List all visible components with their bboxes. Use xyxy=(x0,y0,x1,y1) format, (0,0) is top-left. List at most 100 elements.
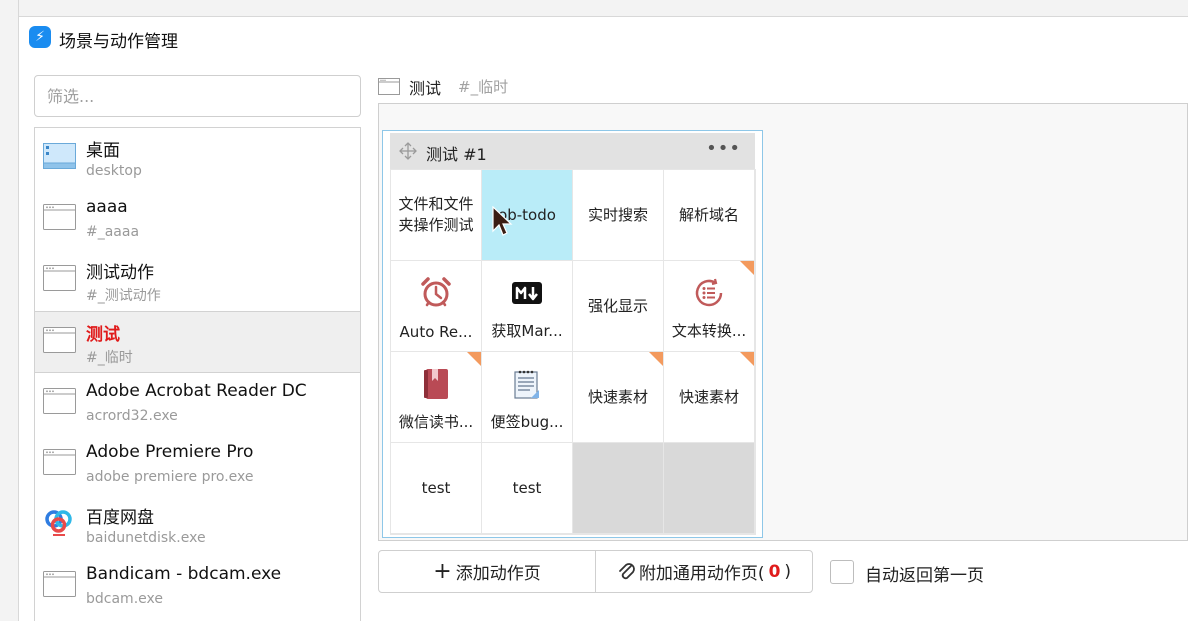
page-button-group: + 添加动作页 附加通用动作页( 0 ) xyxy=(378,550,813,593)
window-icon xyxy=(43,571,76,597)
breadcrumb-scene-tag: #_临时 xyxy=(458,78,509,96)
add-action-page-label: 添加动作页 xyxy=(455,564,541,584)
lightning-app-icon: ⚡ xyxy=(29,26,51,48)
action-label: 解析域名 xyxy=(678,205,739,224)
alarm-clock-icon xyxy=(420,277,452,309)
scene-name: 桌面 xyxy=(86,141,120,161)
action-label: test xyxy=(421,478,451,497)
scene-identifier: adobe premiere pro.exe xyxy=(86,469,254,485)
paperclip-icon xyxy=(619,562,635,579)
scene-identifier: baidunetdisk.exe xyxy=(86,530,206,546)
action-button[interactable]: 快速素材 xyxy=(664,352,754,442)
scene-list-pane: 桌面 desktop aaaa #_aaaa 测试动作 #_测试动作测试 #_临时 Adobe… xyxy=(34,75,363,621)
scene-list-item[interactable]: 测试 #_临时 xyxy=(35,311,360,373)
action-label: Auto Re... xyxy=(399,323,473,341)
baidu-netdisk-icon xyxy=(43,508,76,536)
action-label: test xyxy=(512,478,542,497)
window-icon xyxy=(43,449,76,475)
scene-name: aaaa xyxy=(86,197,128,217)
scene-name: 百度网盘 xyxy=(86,508,154,528)
action-button[interactable]: test xyxy=(482,443,572,533)
plus-icon: + xyxy=(433,559,452,584)
window-icon xyxy=(43,327,76,353)
window-icon xyxy=(378,78,400,95)
action-label: 实时搜索 xyxy=(587,205,648,224)
action-label: 强化显示 xyxy=(587,296,648,315)
window-title: 场景与动作管理 xyxy=(59,32,178,52)
bookmark-book-icon xyxy=(420,368,452,400)
window-icon xyxy=(43,265,76,291)
action-label: 微信读书... xyxy=(398,413,474,431)
list-circle-icon xyxy=(693,277,725,309)
empty-slot xyxy=(573,443,663,533)
scene-identifier: acrord32.exe xyxy=(86,408,178,424)
action-label: 快速素材 xyxy=(587,387,648,406)
corner-marker xyxy=(649,352,663,366)
background-window-left xyxy=(0,0,19,621)
corner-marker xyxy=(467,352,481,366)
action-label: 文件和文件夹操作测试 xyxy=(398,195,474,234)
scene-list-item[interactable]: 百度网盘 baidunetdisk.exe xyxy=(35,495,360,556)
attach-count: 0 xyxy=(768,561,781,582)
action-label: 文本转换... xyxy=(671,322,747,340)
scene-identifier: #_测试动作 xyxy=(86,288,161,304)
action-page-header[interactable]: 测试 #1 ••• xyxy=(390,133,755,169)
move-icon[interactable] xyxy=(398,141,418,161)
action-button[interactable]: 强化显示 xyxy=(573,261,663,351)
action-button[interactable]: 快速素材 xyxy=(573,352,663,442)
attach-close-paren: ) xyxy=(784,561,792,582)
action-label: 获取Mar... xyxy=(491,322,563,340)
scene-identifier: bdcam.exe xyxy=(86,591,163,607)
mouse-cursor-icon xyxy=(492,206,513,236)
title-bar: ⚡ 场景与动作管理 xyxy=(19,17,1188,59)
action-page-pane: 测试 #_临时 测试 #1 ••• 文件和文件夹操作测试 ob-todo 实时搜索解… xyxy=(378,75,1188,621)
background-window-top xyxy=(0,0,1188,17)
desktop-icon xyxy=(43,143,76,169)
action-button[interactable]: 文本转换... xyxy=(664,261,754,351)
corner-marker xyxy=(740,261,754,275)
empty-slot xyxy=(664,443,754,533)
action-button[interactable]: 微信读书... xyxy=(391,352,481,442)
notepad-icon xyxy=(511,368,543,400)
scene-list-item[interactable]: Adobe Acrobat Reader DC acrord32.exe xyxy=(35,373,360,434)
scene-list-item[interactable]: Bandicam - bdcam.exe bdcam.exe xyxy=(35,556,360,617)
action-label: 快速素材 xyxy=(678,387,739,406)
filter-input[interactable] xyxy=(34,75,361,117)
scene-list-item[interactable]: 桌面 desktop xyxy=(35,128,360,189)
add-action-page-button[interactable]: + 添加动作页 xyxy=(379,551,596,592)
action-pages-canvas: 测试 #1 ••• 文件和文件夹操作测试 ob-todo 实时搜索 解析域名 Auto … xyxy=(378,103,1188,541)
action-button[interactable]: 文件和文件夹操作测试 xyxy=(391,170,481,260)
action-button[interactable]: test xyxy=(391,443,481,533)
more-icon[interactable]: ••• xyxy=(706,138,741,159)
action-button[interactable]: 便签bug... xyxy=(482,352,572,442)
scene-identifier: desktop xyxy=(86,163,142,179)
window-icon xyxy=(43,388,76,414)
scene-identifier: #_aaaa xyxy=(86,224,140,240)
breadcrumb-scene-name: 测试 xyxy=(409,79,442,98)
auto-return-checkbox[interactable] xyxy=(830,560,854,584)
attach-common-pages-button[interactable]: 附加通用动作页( 0 ) xyxy=(596,551,812,592)
action-button[interactable]: 解析域名 xyxy=(664,170,754,260)
corner-marker xyxy=(740,352,754,366)
scene-name: 测试动作 xyxy=(86,263,154,283)
action-button[interactable]: Auto Re... xyxy=(391,261,481,351)
action-button[interactable]: 获取Mar... xyxy=(482,261,572,351)
action-label: 便签bug... xyxy=(490,413,564,431)
scene-identifier: #_临时 xyxy=(86,350,133,366)
attach-common-pages-label: 附加通用动作页( xyxy=(638,564,765,584)
scene-list-item[interactable]: 测试动作 #_测试动作 xyxy=(35,250,360,311)
scene-list-item[interactable]: aaaa #_aaaa xyxy=(35,189,360,250)
scene-name: Bandicam - bdcam.exe xyxy=(86,564,282,584)
auto-return-label[interactable]: 自动返回第一页 xyxy=(865,561,984,586)
scene-manager-window: ⚡ 场景与动作管理 桌面desktopaaaa#_aaaa测试动作#_测试动作测… xyxy=(19,17,1188,621)
markdown-icon xyxy=(511,277,543,309)
scene-name: Adobe Acrobat Reader DC xyxy=(86,381,307,401)
scene-list-item[interactable]: Adobe Premiere Pro adobe premiere pro.exe xyxy=(35,434,360,495)
action-page-title: 测试 #1 xyxy=(426,145,487,164)
scene-name: Adobe Premiere Pro xyxy=(86,442,254,462)
window-icon xyxy=(43,204,76,230)
action-button[interactable]: 实时搜索 xyxy=(573,170,663,260)
scene-name: 测试 xyxy=(86,325,120,345)
scene-list: 桌面 desktop aaaa #_aaaa 测试动作 #_测试动作测试 #_临时 Adobe… xyxy=(34,127,361,621)
action-page-card[interactable]: 测试 #1 ••• 文件和文件夹操作测试 ob-todo 实时搜索 解析域名 Auto … xyxy=(382,130,763,538)
